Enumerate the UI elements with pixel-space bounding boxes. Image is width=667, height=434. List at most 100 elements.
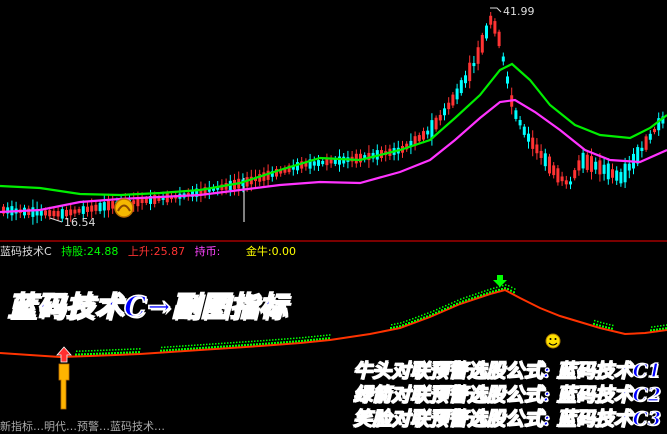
signal-dot <box>420 317 422 320</box>
signal-dot <box>305 336 307 339</box>
signal-dot <box>605 326 607 329</box>
signal-dot <box>484 290 486 292</box>
signal-dot <box>430 311 432 313</box>
candle-body <box>560 176 564 182</box>
signal-dot <box>106 349 108 351</box>
signal-dot <box>181 348 183 351</box>
signal-dot <box>124 348 126 351</box>
candle-body <box>518 120 522 126</box>
signal-dot <box>260 340 262 342</box>
signal-dot <box>188 344 190 347</box>
signal-dot <box>593 322 595 325</box>
candle-body <box>573 170 577 179</box>
signal-dot <box>227 342 229 344</box>
high-marker-line <box>490 7 502 13</box>
signal-dot <box>236 341 238 344</box>
candle-body <box>581 152 585 169</box>
signal-dot <box>653 328 655 331</box>
signal-dot <box>394 323 396 325</box>
signal-dot <box>405 323 407 326</box>
signal-dot <box>447 306 449 309</box>
signal-dot <box>400 322 402 324</box>
signal-dot <box>651 326 653 328</box>
signal-dot <box>133 348 135 350</box>
signal-dot <box>232 344 234 347</box>
signal-dot <box>296 337 298 339</box>
signal-dot <box>190 347 192 350</box>
candle-body <box>577 160 581 171</box>
signal-dot <box>656 328 658 331</box>
candle-body <box>598 160 602 175</box>
low-price-label: 16.54 <box>64 216 96 229</box>
signal-dot <box>514 288 516 290</box>
signal-dot <box>501 288 503 291</box>
signal-dot <box>293 337 295 340</box>
signal-dot <box>412 317 414 320</box>
signal-dot <box>135 351 137 354</box>
signal-dot <box>123 351 125 354</box>
candle-body <box>539 150 543 158</box>
candle-body <box>443 108 446 116</box>
signal-dot <box>498 288 500 291</box>
signal-dot <box>597 320 599 323</box>
banner-title: 蓝码技术C→副图指标 <box>7 289 288 324</box>
signal-dot <box>166 349 168 352</box>
signal-dot <box>304 339 306 342</box>
signal-dot <box>196 347 198 350</box>
signal-dot <box>114 352 116 355</box>
signal-dot <box>406 320 408 322</box>
signal-dot <box>209 343 211 345</box>
signal-dot <box>269 339 271 341</box>
signal-dot <box>277 341 279 344</box>
gold-value: 0.00 <box>271 245 297 258</box>
candle-body <box>52 210 56 217</box>
low-marker-line <box>49 217 63 223</box>
signal-dot <box>194 344 196 346</box>
signal-dot <box>307 339 309 342</box>
signal-dot <box>451 302 453 304</box>
signal-dot <box>435 311 437 314</box>
signal-dot <box>262 342 264 345</box>
candle-body <box>543 153 547 167</box>
signal-dot <box>108 352 110 355</box>
signal-dot <box>323 334 325 337</box>
signal-dot <box>242 341 244 343</box>
candle-body <box>459 80 463 94</box>
signal-dot <box>184 348 186 351</box>
signal-dot <box>263 339 265 342</box>
candle-body <box>468 62 472 82</box>
candle-body <box>69 209 73 216</box>
signal-dot <box>663 324 665 327</box>
signal-dot <box>432 313 434 316</box>
signal-dot <box>496 286 498 289</box>
signal-dot <box>78 353 80 356</box>
bottom-status-text: 新指标…明代…预警…蓝码技术… <box>0 420 165 433</box>
signal-dot <box>278 338 280 341</box>
candle-body <box>338 156 341 165</box>
signal-dot <box>257 340 259 342</box>
signal-dot <box>121 348 123 351</box>
signal-dot <box>102 352 104 355</box>
signal-dot <box>326 334 328 336</box>
candle-body <box>606 163 610 180</box>
signal-dot <box>511 286 513 289</box>
signal-dot <box>480 294 482 297</box>
signal-dot <box>248 340 250 343</box>
signal-dot <box>193 347 195 350</box>
signal-dot <box>301 339 303 342</box>
candle-body <box>501 56 505 62</box>
signal-dot <box>265 342 267 345</box>
signal-dot <box>271 342 273 345</box>
signal-dot <box>399 325 401 328</box>
candle-body <box>594 161 598 170</box>
signal-dot <box>212 343 214 345</box>
signal-dot <box>247 343 249 346</box>
signal-dot <box>223 345 225 348</box>
signal-dot <box>286 341 288 344</box>
signal-dot <box>161 346 163 349</box>
candle-body <box>48 210 52 217</box>
signal-dot <box>87 353 89 356</box>
candle-body <box>165 193 169 203</box>
rise-label: 上升: <box>127 245 154 258</box>
signal-dot <box>251 340 253 343</box>
